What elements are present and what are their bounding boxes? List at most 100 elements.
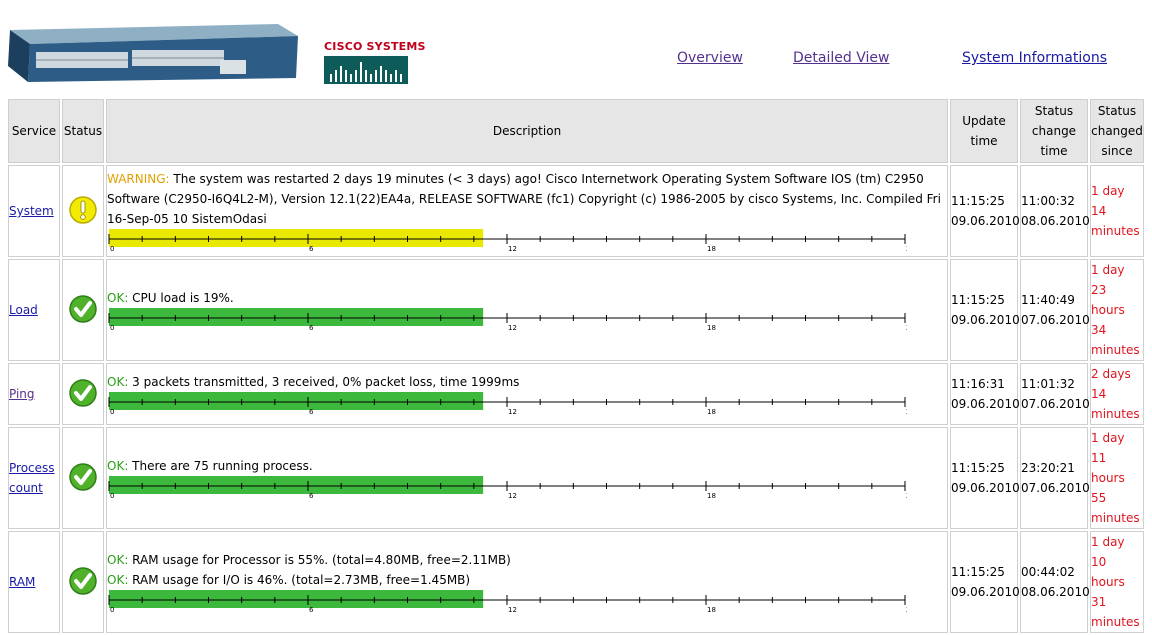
- timeline-tick-label: 0: [110, 606, 114, 614]
- status-change-time-cell-line: 11:01:32: [1021, 377, 1075, 391]
- update-time-cell-line: 09.06.2010: [951, 214, 1020, 228]
- status-changed-since-cell-line: minutes: [1091, 407, 1140, 421]
- description-line: OK: RAM usage for Processor is 55%. (tot…: [107, 550, 947, 570]
- page-header: CISCO SYSTEMS Overview Detailed View Sys…: [0, 0, 1152, 95]
- service-link[interactable]: Load: [9, 300, 59, 320]
- timeline-bar: 0 6 12 18 24: [107, 229, 907, 253]
- status-changed-since-cell-line: minutes: [1091, 343, 1140, 357]
- status-change-time-cell: 00:44:02 08.06.2010: [1020, 531, 1090, 633]
- description-line: OK: 3 packets transmitted, 3 received, 0…: [107, 372, 947, 392]
- status-cell: [62, 259, 104, 361]
- status-change-time-cell: 11:01:32 07.06.2010: [1020, 363, 1090, 425]
- status-changed-since-cell: 2 days 14 minutes: [1090, 363, 1144, 425]
- status-changed-since-cell: 1 day 23 hours 34 minutes: [1090, 259, 1144, 361]
- description-line: WARNING: The system was restarted 2 days…: [107, 169, 947, 229]
- service-cell: System: [8, 165, 60, 257]
- status-label: WARNING:: [107, 172, 170, 186]
- update-time-cell-line: 09.06.2010: [951, 481, 1020, 495]
- status-cell: [62, 427, 104, 529]
- description-cell: OK: There are 75 running process. 0 6 12 18 2…: [106, 427, 948, 529]
- status-changed-since-cell-line: minutes: [1091, 511, 1140, 525]
- description-line: OK: CPU load is 19%.: [107, 288, 947, 308]
- status-change-time-cell: 11:40:49 07.06.2010: [1020, 259, 1090, 361]
- table-row: System WARNING: The system was restarted …: [8, 165, 1144, 257]
- status-label: OK:: [107, 291, 129, 305]
- timeline-tick-label: 6: [309, 492, 314, 500]
- timeline-tick-label: 18: [707, 492, 716, 500]
- nav-overview-link[interactable]: Overview: [677, 50, 743, 66]
- timeline-tick-label: 6: [309, 408, 314, 416]
- timeline-bar: 0 6 12 18 24: [107, 476, 907, 500]
- table-row: Ping OK: 3 packets transmitted, 3 receive…: [8, 363, 1144, 425]
- switch-image: [8, 24, 298, 82]
- timeline-tick-label: 0: [110, 245, 114, 253]
- check-icon: [69, 294, 97, 323]
- status-cell: [62, 363, 104, 425]
- timeline-fill: [109, 229, 484, 247]
- update-time-cell-line: 11:15:25: [951, 194, 1005, 208]
- timeline-tick-label: 12: [508, 245, 517, 253]
- status-change-time-cell-line: 11:40:49: [1021, 293, 1075, 307]
- update-time-cell-line: 11:15:25: [951, 565, 1005, 579]
- table-row: RAM OK: RAM usage for Processor is 55%. (…: [8, 531, 1144, 633]
- nav-system-informations-link[interactable]: System Informations: [962, 50, 1107, 66]
- service-link[interactable]: Process count: [9, 458, 59, 498]
- col-status-changed-since: Status changed since: [1090, 99, 1144, 163]
- status-change-time-cell: 11:00:32 08.06.2010: [1020, 165, 1090, 257]
- update-time-cell-line: 09.06.2010: [951, 397, 1020, 411]
- timeline-tick-label: 24: [906, 606, 907, 614]
- status-change-time-cell-line: 23:20:21: [1021, 461, 1075, 475]
- timeline-bar: 0 6 12 18 24: [107, 308, 907, 332]
- status-changed-since-cell: 1 day 10 hours 31 minutes: [1090, 531, 1144, 633]
- status-changed-since-cell-line: 1 day 11: [1091, 431, 1125, 465]
- timeline-tick-label: 0: [110, 492, 114, 500]
- col-service: Service: [8, 99, 60, 163]
- status-cell: [62, 165, 104, 257]
- status-changed-since-cell-line: 1 day 14: [1091, 184, 1125, 218]
- table-row: Load OK: CPU load is 19%. 0 6 12 18 24 11:15:25…: [8, 259, 1144, 361]
- description-cell: OK: CPU load is 19%. 0 6 12 18 24: [106, 259, 948, 361]
- status-change-time-cell-line: 07.06.2010: [1021, 313, 1090, 327]
- status-change-time-cell-line: 08.06.2010: [1021, 214, 1090, 228]
- update-time-cell-line: 11:15:25: [951, 461, 1005, 475]
- timeline-bar: 0 6 12 18 24: [107, 392, 907, 416]
- status-change-time-cell-line: 08.06.2010: [1021, 585, 1090, 599]
- status-label: OK:: [107, 375, 129, 389]
- col-status-change-time: Status change time: [1020, 99, 1088, 163]
- timeline-tick-label: 12: [508, 492, 517, 500]
- status-changed-since-cell-line: minutes: [1091, 224, 1140, 238]
- description-line: OK: There are 75 running process.: [107, 456, 947, 476]
- service-link[interactable]: RAM: [9, 572, 59, 592]
- status-cell: [62, 531, 104, 633]
- timeline-fill: [109, 392, 484, 410]
- timeline-tick-label: 12: [508, 408, 517, 416]
- update-time-cell: 11:15:25 09.06.2010: [950, 531, 1020, 633]
- update-time-cell-line: 09.06.2010: [951, 585, 1020, 599]
- status-label: OK:: [107, 573, 129, 587]
- status-message: The system was restarted 2 days 19 minut…: [107, 172, 941, 226]
- check-icon: [69, 566, 97, 595]
- update-time-cell-line: 11:15:25: [951, 293, 1005, 307]
- service-link[interactable]: System: [9, 201, 59, 221]
- status-change-time-cell-line: 07.06.2010: [1021, 481, 1090, 495]
- status-changed-since-cell-line: minutes: [1091, 615, 1140, 629]
- timeline-tick-label: 18: [707, 324, 716, 332]
- status-label: OK:: [107, 553, 129, 567]
- service-link[interactable]: Ping: [9, 384, 59, 404]
- col-status: Status: [62, 99, 104, 163]
- description-line: OK: RAM usage for I/O is 46%. (total=2.7…: [107, 570, 947, 590]
- status-message: 3 packets transmitted, 3 received, 0% pa…: [128, 375, 520, 389]
- status-label: OK:: [107, 459, 129, 473]
- nav-detailed-view-link[interactable]: Detailed View: [793, 50, 889, 66]
- status-message: There are 75 running process.: [128, 459, 313, 473]
- timeline-bar: 0 6 12 18 24: [107, 590, 907, 614]
- status-changed-since-cell-line: hours 34: [1091, 303, 1125, 337]
- service-cell: Process count: [8, 427, 60, 529]
- update-time-cell: 11:15:25 09.06.2010: [950, 427, 1020, 529]
- timeline-tick-label: 6: [309, 606, 314, 614]
- status-changed-since-cell: 1 day 14 minutes: [1090, 165, 1144, 257]
- timeline-tick-label: 24: [906, 245, 907, 253]
- timeline-fill: [109, 308, 484, 326]
- timeline-fill: [109, 590, 484, 608]
- col-update-time: Update time: [950, 99, 1018, 163]
